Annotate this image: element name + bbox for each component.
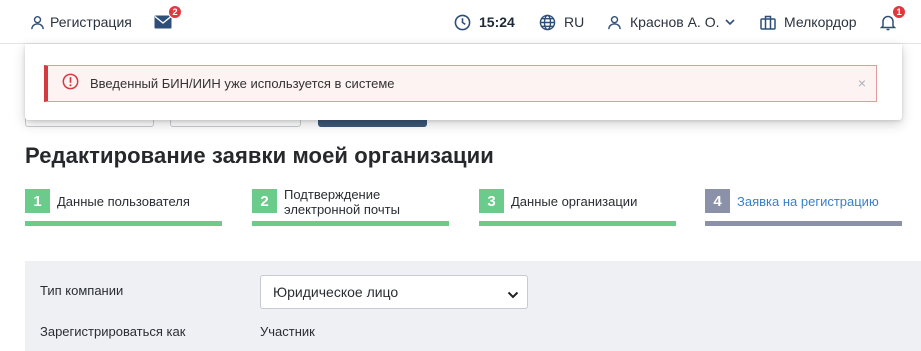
step-progress-bar bbox=[25, 221, 222, 226]
step-progress-bar bbox=[479, 221, 676, 226]
step-registration-request[interactable]: 4 Заявка на регистрацию bbox=[705, 187, 902, 227]
user-menu[interactable]: Краснов А. О. bbox=[607, 0, 736, 44]
current-time: 15:24 bbox=[479, 14, 515, 30]
language-label: RU bbox=[564, 14, 585, 30]
step-label-line: Подтверждение bbox=[284, 187, 381, 202]
top-navigation-bar: Регистрация 2 15:24 RU Краснов А. О. Мел… bbox=[0, 0, 921, 44]
step-label: Данные организации bbox=[511, 194, 638, 209]
company-type-value: Юридическое лицо bbox=[273, 284, 399, 300]
error-message: Введенный БИН/ИИН уже используется в сис… bbox=[90, 76, 395, 91]
step-label-line: электронной почты bbox=[284, 202, 400, 217]
step-number: 2 bbox=[252, 189, 277, 213]
close-icon[interactable]: × bbox=[858, 75, 866, 91]
notification-popover: Введенный БИН/ИИН уже используется в сис… bbox=[25, 44, 902, 120]
chevron-down-icon bbox=[507, 287, 519, 303]
page-title: Редактирование заявки моей организации bbox=[25, 143, 494, 168]
briefcase-icon bbox=[760, 15, 776, 30]
user-name: Краснов А. О. bbox=[630, 14, 720, 30]
step-email-confirmation[interactable]: 2 Подтверждение электронной почты bbox=[252, 187, 449, 227]
notifications-badge: 1 bbox=[892, 5, 906, 19]
register-link[interactable]: Регистрация bbox=[30, 0, 132, 44]
step-number: 3 bbox=[479, 189, 504, 213]
clock-icon bbox=[454, 14, 471, 31]
step-progress-bar bbox=[252, 221, 449, 226]
company-type-select[interactable]: Юридическое лицо bbox=[260, 275, 528, 309]
register-as-value: Участник bbox=[260, 324, 315, 339]
error-icon bbox=[62, 73, 79, 95]
register-as-label: Зарегистрироваться как bbox=[40, 324, 186, 339]
user-icon bbox=[30, 15, 45, 30]
form-panel: Тип компании Юридическое лицо Зарегистри… bbox=[25, 261, 921, 351]
organization-name: Мелкордор bbox=[784, 14, 857, 30]
language-selector[interactable]: RU bbox=[539, 0, 584, 44]
globe-icon bbox=[539, 14, 556, 31]
clock: 15:24 bbox=[454, 0, 515, 44]
register-label: Регистрация bbox=[50, 14, 132, 30]
step-number: 1 bbox=[25, 189, 50, 213]
step-user-data[interactable]: 1 Данные пользователя bbox=[25, 187, 222, 227]
organization-menu[interactable]: Мелкордор bbox=[760, 0, 857, 44]
step-number: 4 bbox=[705, 189, 730, 213]
step-label: Заявка на регистрацию bbox=[737, 194, 879, 209]
step-progress-bar bbox=[705, 221, 902, 226]
notifications-button[interactable]: 1 bbox=[880, 0, 906, 44]
messages-button[interactable]: 2 bbox=[154, 0, 182, 44]
step-label: Данные пользователя bbox=[57, 194, 190, 209]
user-icon bbox=[607, 15, 622, 30]
step-label: Подтверждение электронной почты bbox=[284, 187, 400, 217]
step-organization-data[interactable]: 3 Данные организации bbox=[479, 187, 676, 227]
error-alert: Введенный БИН/ИИН уже используется в сис… bbox=[44, 65, 877, 102]
company-type-label: Тип компании bbox=[40, 283, 124, 298]
messages-badge: 2 bbox=[168, 5, 182, 19]
chevron-down-icon bbox=[725, 18, 736, 26]
